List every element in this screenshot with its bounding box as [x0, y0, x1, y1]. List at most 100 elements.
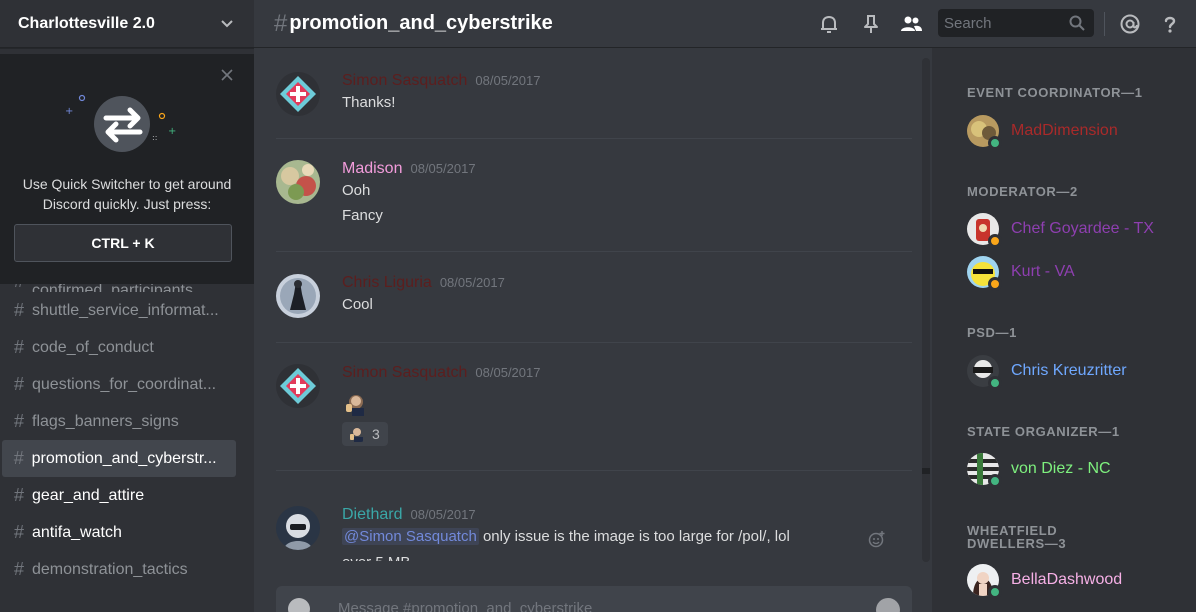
member-item[interactable]: MadDimension — [967, 114, 1118, 150]
channel-label: demonstration_tactics — [32, 560, 188, 578]
search-input[interactable]: Search — [938, 9, 1094, 37]
timestamp: 08/05/2017 — [439, 275, 505, 290]
timestamp: 08/05/2017 — [475, 365, 541, 380]
hash-icon: # — [13, 522, 24, 542]
svg-text:::: :: — [152, 133, 157, 142]
avatar[interactable] — [276, 72, 320, 116]
username[interactable]: Simon Sasquatch — [342, 72, 467, 89]
svg-text:+: + — [168, 126, 176, 137]
member-item[interactable]: Kurt - VA — [967, 255, 1075, 291]
members-icon[interactable] — [899, 12, 923, 36]
avatar[interactable] — [276, 274, 320, 318]
status-online-indicator — [988, 474, 1002, 488]
emoji-picker-icon[interactable] — [876, 598, 900, 612]
message-composer[interactable]: Message #promotion_and_cyberstrike — [276, 586, 912, 612]
message-list: Simon Sasquatch 08/05/2017 Thanks! Madiso… — [254, 54, 922, 566]
chevron-down-icon — [221, 19, 233, 27]
channel-item-gear[interactable]: # gear_and_attire — [2, 477, 252, 514]
member-name: Kurt - VA — [1011, 263, 1075, 280]
quick-switcher-tip: + + :: Use Quick Switcher to get around … — [0, 54, 254, 284]
role-header: MODERATOR—2 — [967, 184, 1078, 199]
hash-icon: # — [13, 374, 24, 394]
message-text-overflow: over 5 MB — [342, 549, 902, 561]
hash-icon: # — [13, 485, 24, 505]
message-text-content: only issue is the image is too large for… — [478, 528, 790, 545]
toolbar-divider — [1104, 12, 1105, 36]
channel-item-promotion[interactable]: # promotion_and_cyberstr... — [2, 440, 236, 477]
custom-emoji — [342, 392, 902, 416]
pin-icon[interactable] — [859, 12, 883, 36]
username[interactable]: Simon Sasquatch — [342, 364, 467, 381]
channel-item-shuttle-service[interactable]: # shuttle_service_informat... — [2, 292, 252, 329]
member-name: MadDimension — [1011, 122, 1118, 139]
timestamp: 08/05/2017 — [475, 73, 541, 88]
member-item[interactable]: Chris Kreuzritter — [967, 354, 1127, 390]
avatar — [967, 355, 1002, 390]
username[interactable]: Madison — [342, 160, 402, 177]
guild-name: Charlottesville 2.0 — [18, 14, 155, 32]
reaction-emoji-icon — [350, 428, 363, 442]
thumbs-up-emoji-icon — [346, 395, 364, 416]
member-item[interactable]: von Diez - NC — [967, 452, 1111, 488]
channel-title: promotion_and_cyberstrike — [289, 12, 553, 34]
upload-plus-icon[interactable] — [288, 598, 310, 612]
avatar[interactable] — [276, 364, 320, 408]
avatar — [967, 115, 1002, 150]
channel-label: code_of_conduct — [32, 338, 154, 356]
channel-item-antifa-watch[interactable]: # antifa_watch — [2, 514, 252, 551]
avatar[interactable] — [276, 506, 320, 550]
avatar — [967, 564, 1002, 599]
channel-item-questions[interactable]: # questions_for_coordinat... — [2, 366, 252, 403]
search-placeholder: Search — [944, 15, 992, 32]
channel-label: promotion_and_cyberstr... — [31, 449, 217, 467]
channel-item-flags[interactable]: # flags_banners_signs — [2, 403, 252, 440]
message-body: Diethard 08/05/2017 @Simon Sasquatch only… — [342, 506, 902, 561]
message: Madison 08/05/2017 Ooh Fancy — [276, 160, 912, 240]
member-item[interactable]: BellaDashwood — [967, 563, 1122, 599]
message-text: Ooh — [342, 182, 371, 199]
close-icon[interactable] — [220, 68, 234, 82]
role-header: EVENT COORDINATOR—1 — [967, 85, 1143, 100]
shortcut-button[interactable]: CTRL + K — [14, 224, 232, 262]
hash-icon: # — [13, 411, 24, 431]
message: Simon Sasquatch 08/05/2017 Thanks! — [276, 72, 912, 132]
quick-switcher-icon: + + :: — [65, 94, 176, 152]
bell-icon[interactable] — [817, 12, 841, 36]
channel-label: flags_banners_signs — [32, 412, 179, 430]
reaction-button[interactable]: 3 — [342, 422, 388, 446]
role-header: WHEATFIELD DWELLERS—3 — [967, 523, 1067, 551]
status-idle-indicator — [988, 234, 1002, 248]
channel-label: shuttle_service_informat... — [32, 301, 219, 319]
username[interactable]: Diethard — [342, 506, 402, 523]
message-divider — [276, 342, 912, 343]
composer-placeholder: Message #promotion_and_cyberstrike — [338, 600, 593, 612]
member-item[interactable]: Chef Goyardee - TX — [967, 212, 1154, 248]
scrollbar-thumb[interactable] — [922, 468, 930, 474]
help-icon[interactable] — [1158, 12, 1182, 36]
message-body: Simon Sasquatch 08/05/2017 Thanks! — [342, 72, 902, 115]
message-divider — [276, 138, 912, 139]
avatar[interactable] — [276, 160, 320, 204]
username[interactable]: Chris Liguria — [342, 274, 432, 291]
status-online-indicator — [988, 585, 1002, 599]
hash-icon: # — [13, 448, 24, 468]
message-body: Chris Liguria 08/05/2017 Cool — [342, 274, 902, 317]
message-divider — [276, 470, 912, 471]
member-name: Chef Goyardee - TX — [1011, 220, 1154, 237]
message-text: Fancy — [342, 207, 383, 224]
guild-header[interactable]: Charlottesville 2.0 — [0, 0, 254, 48]
hash-icon: # — [13, 300, 24, 320]
channel-item-demonstration[interactable]: # demonstration_tactics — [2, 551, 252, 588]
user-mention[interactable]: @Simon Sasquatch — [342, 528, 479, 545]
at-icon[interactable] — [1118, 12, 1142, 36]
add-reaction-icon[interactable] — [868, 530, 886, 548]
channel-item-code-of-conduct[interactable]: # code_of_conduct — [2, 329, 252, 366]
message: Simon Sasquatch 08/05/2017 3 — [276, 364, 912, 464]
channel-label: questions_for_coordinat... — [32, 375, 217, 393]
channel-sidebar: Charlottesville 2.0 #confirmed_participa… — [0, 0, 254, 612]
scrollbar-track[interactable] — [922, 58, 930, 562]
avatar — [967, 256, 1002, 291]
role-header: STATE ORGANIZER—1 — [967, 424, 1120, 439]
channel-list: #confirmed_participants #shuttle_service… — [0, 268, 254, 588]
member-name: Chris Kreuzritter — [1011, 362, 1127, 379]
